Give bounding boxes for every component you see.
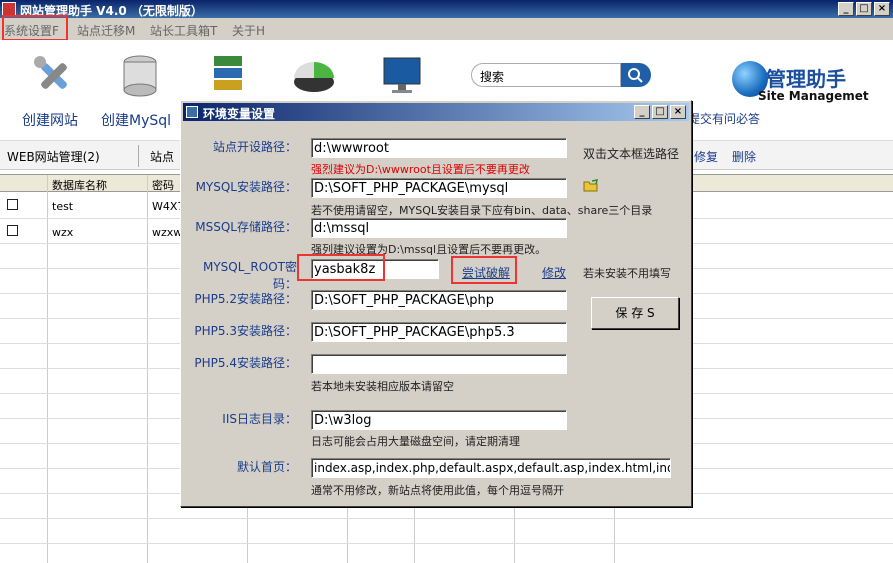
php53-path-input[interactable]: D:\SOFT_PHP_PACKAGE\php5.3 xyxy=(311,322,567,342)
default-page-label: 默认首页： xyxy=(236,460,297,474)
column-header-password[interactable]: 密码 xyxy=(152,177,174,193)
app-window: 网站管理助手 V4.0 （无限制版） _ □ × 系统设置F 站点迁移M 站长工… xyxy=(0,0,893,563)
tab-web-sites[interactable]: WEB网站管理(2) xyxy=(7,148,100,165)
menu-webmaster-tools[interactable]: 站长工具箱T xyxy=(150,22,217,39)
dialog-close-button[interactable]: × xyxy=(670,105,686,119)
php54-path-input[interactable] xyxy=(311,354,567,374)
php52-path-label: PHP5.2安装路径： xyxy=(194,292,297,306)
create-mysql-button[interactable]: 创建MySql xyxy=(96,46,176,129)
php52-path-input[interactable]: D:\SOFT_PHP_PACKAGE\php xyxy=(311,290,567,310)
modify-password-link[interactable]: 修改 xyxy=(542,264,566,281)
mysql-root-label: MYSQL_ROOT密码： xyxy=(203,260,297,291)
dialog-icon xyxy=(186,106,198,118)
env-settings-dialog: 环境变量设置 _ □ × 站点开设路径： d:\wwwroot 强烈建议为D:\… xyxy=(180,100,692,507)
tab-site[interactable]: 站点 xyxy=(150,148,174,165)
php53-path-label: PHP5.3安装路径： xyxy=(194,324,297,338)
search-placeholder: 搜索 xyxy=(480,70,505,84)
create-site-label: 创建网站 xyxy=(22,113,78,129)
path-select-hint: 双击文本框选路径 xyxy=(583,147,680,161)
column-header-db-name[interactable]: 数据库名称 xyxy=(52,177,107,193)
iis-log-input[interactable]: D:\w3log xyxy=(311,410,567,430)
highlight-box-password xyxy=(297,254,385,281)
password-cell: wzxw xyxy=(152,226,183,239)
highlight-box-menu xyxy=(2,15,68,41)
app-icon xyxy=(2,2,16,16)
database-icon xyxy=(123,55,157,97)
iis-log-hint: 日志可能会占用大量磁盘空间，请定期清理 xyxy=(311,435,520,448)
pie-chart-icon xyxy=(294,62,334,92)
monitor-icon xyxy=(383,57,421,93)
site-path-hint: 强烈建议为D:\wwwroot且设置后不要再更改 xyxy=(311,163,530,176)
search-input[interactable]: 搜索 xyxy=(471,63,621,87)
tab-separator xyxy=(138,145,139,167)
php54-path-hint: 若本地未安装相应版本请留空 xyxy=(311,380,454,393)
delete-link[interactable]: 删除 xyxy=(732,148,756,165)
create-site-button[interactable]: 创建网站 xyxy=(10,46,90,129)
search-button[interactable] xyxy=(621,63,651,87)
maximize-button[interactable]: □ xyxy=(856,2,872,16)
default-page-input[interactable]: index.asp,index.php,default.aspx,default… xyxy=(311,458,671,478)
folder-open-icon[interactable] xyxy=(583,179,599,193)
dialog-title-bar: 环境变量设置 _ □ × xyxy=(183,103,689,121)
create-mysql-label: 创建MySql xyxy=(100,113,172,129)
row-checkbox[interactable] xyxy=(7,225,18,236)
php54-path-label: PHP5.4安装路径： xyxy=(194,356,297,370)
site-path-input[interactable]: d:\wwwroot xyxy=(311,138,567,158)
save-button[interactable]: 保 存 S xyxy=(591,297,679,329)
title-bar: 网站管理助手 V4.0 （无限制版） _ □ × xyxy=(0,0,893,18)
dialog-minimize-button[interactable]: _ xyxy=(634,105,650,119)
brand-title: 管理助手 xyxy=(766,67,846,91)
search-icon xyxy=(628,68,643,83)
dialog-maximize-button[interactable]: □ xyxy=(652,105,668,119)
repair-link[interactable]: 修复 xyxy=(694,148,718,165)
menu-about[interactable]: 关于H xyxy=(232,22,265,39)
db-name-cell: test xyxy=(52,200,74,213)
tools-icon xyxy=(34,56,67,89)
brand-subtitle: Site Managemet xyxy=(758,89,869,103)
site-path-label: 站点开设路径： xyxy=(212,140,297,154)
server-stack-icon xyxy=(214,56,242,90)
mssql-path-label: MSSQL存储路径： xyxy=(195,220,297,234)
default-page-hint: 通常不用修改，新站点将使用此值，每个用逗号隔开 xyxy=(311,484,564,497)
minimize-button[interactable]: _ xyxy=(838,2,854,16)
iis-log-label: IIS日志目录： xyxy=(222,412,297,426)
highlight-box-crack xyxy=(451,256,517,284)
help-link[interactable]: 提交有问必答 xyxy=(688,110,760,127)
menu-site-migrate[interactable]: 站点迁移M xyxy=(77,22,135,39)
mssql-path-input[interactable]: d:\mssql xyxy=(311,218,567,238)
mysql-path-input[interactable]: D:\SOFT_PHP_PACKAGE\mysql xyxy=(311,178,567,198)
mysql-path-hint: 若不使用请留空，MYSQL安装目录下应有bin、data、share三个目录 xyxy=(311,204,653,217)
row-checkbox[interactable] xyxy=(7,199,18,210)
close-button[interactable]: × xyxy=(874,2,890,16)
dialog-title: 环境变量设置 xyxy=(203,107,276,121)
db-name-cell: wzx xyxy=(52,226,74,239)
mysql-root-hint: 若未安装不用填写 xyxy=(583,267,671,280)
menu-bar: 系统设置F 站点迁移M 站长工具箱T 关于H xyxy=(0,15,893,41)
mysql-path-label: MYSQL安装路径： xyxy=(195,180,297,194)
